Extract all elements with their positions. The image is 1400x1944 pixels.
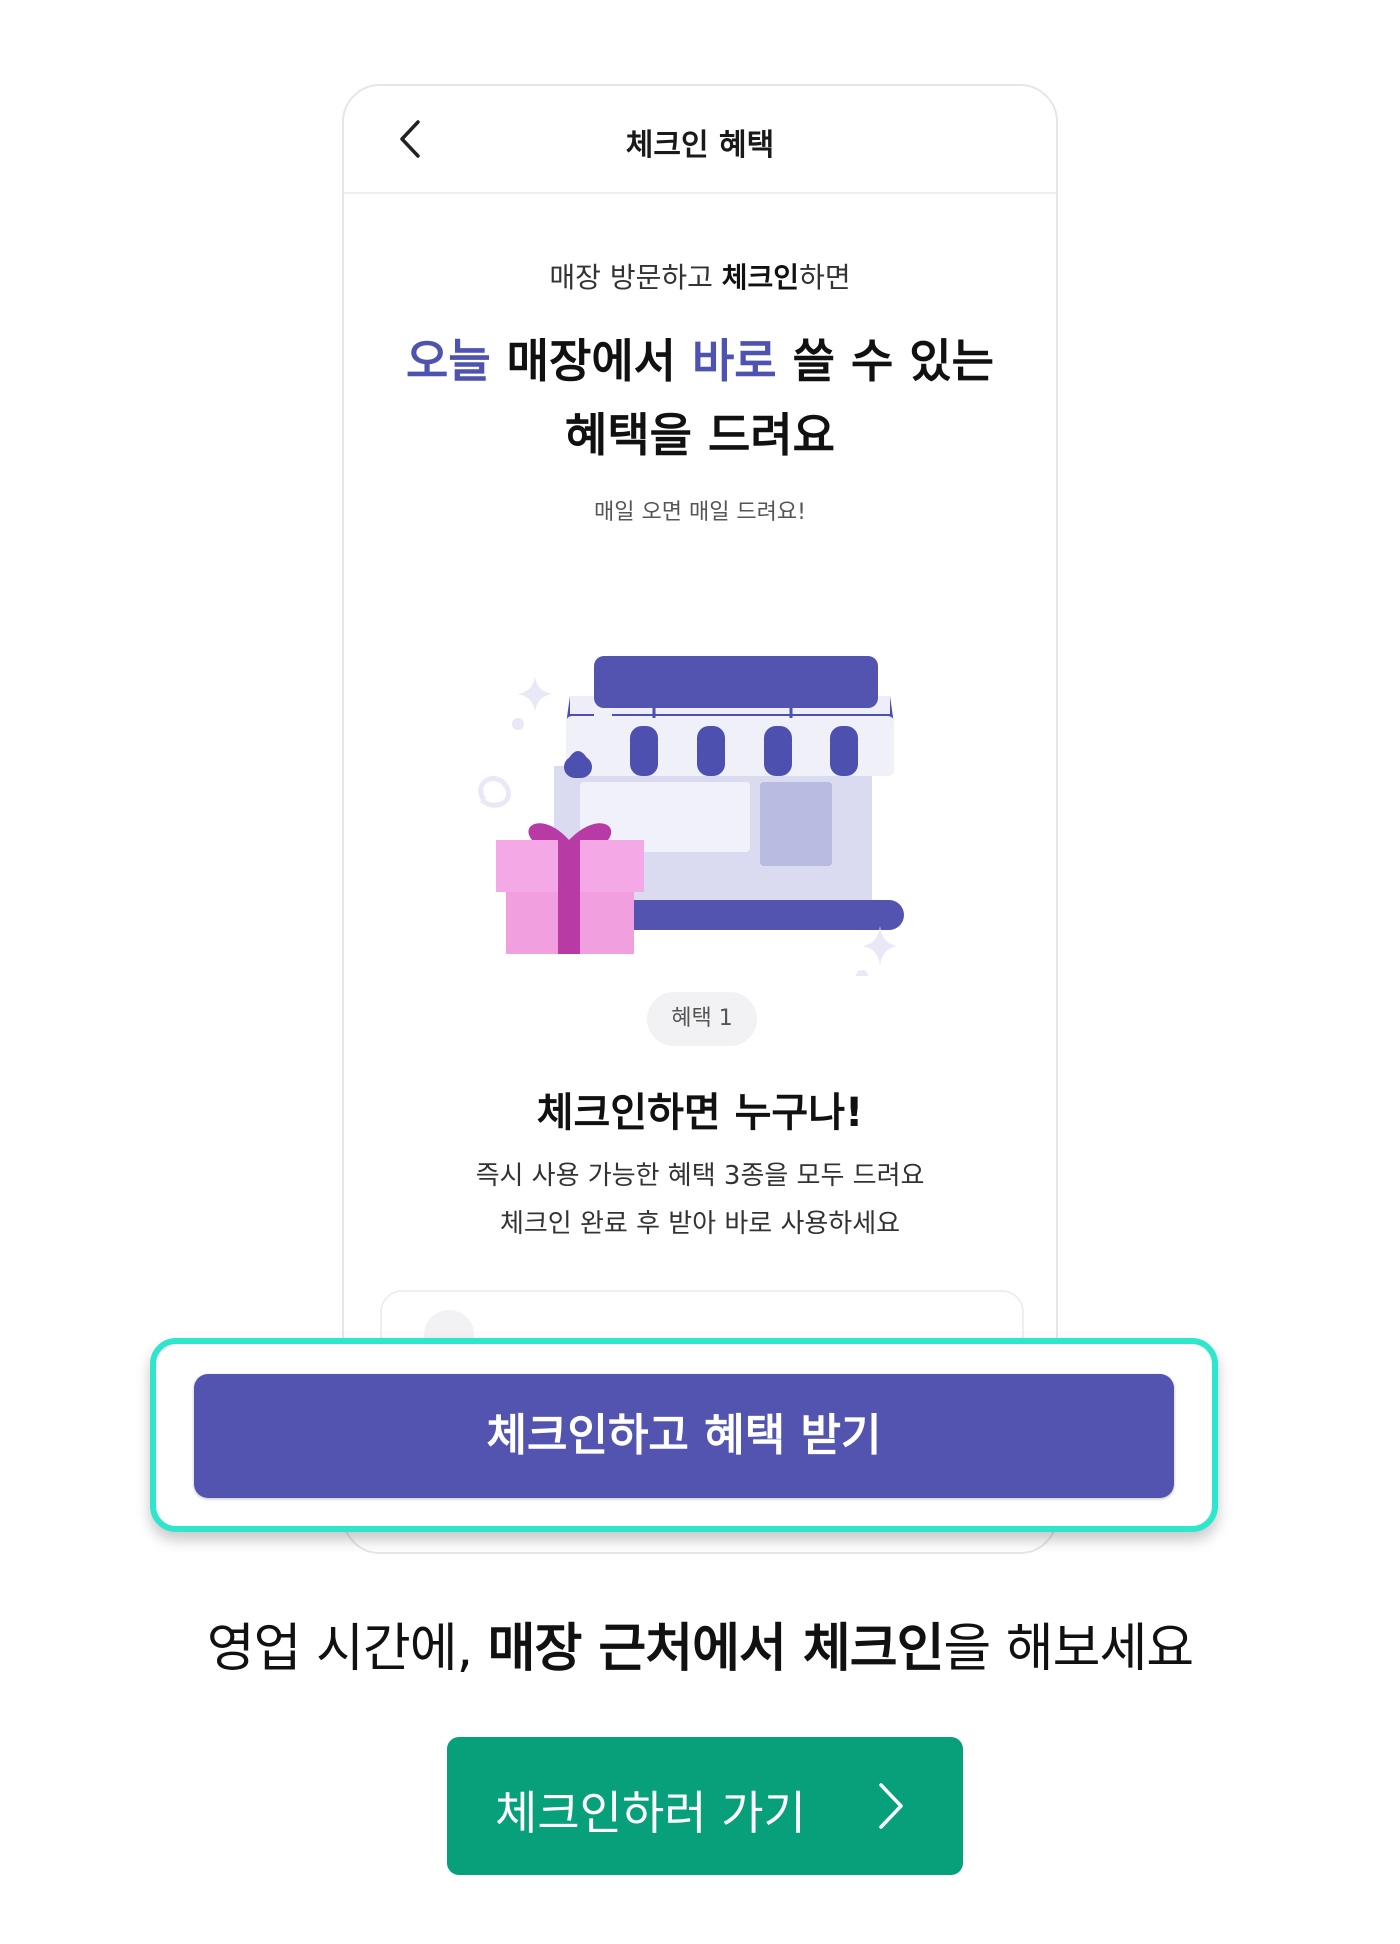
intro-sub-text: 매장 방문하고 (549, 261, 722, 294)
page-title: 체크인 혜택 (625, 128, 775, 163)
benefit-title: 체크인하면 누구나! (536, 1090, 864, 1136)
daily-note: 매일 오면 매일 드려요! (594, 500, 806, 525)
chevron-right-icon (879, 1783, 903, 1829)
cta-highlight-box: 체크인하고 혜택 받기 (150, 1338, 1218, 1532)
headline-line2: 혜택을 드려요 (565, 408, 835, 462)
caption: 영업 시간에, 매장 근처에서 체크인을 해보세요 (0, 1606, 1400, 1681)
go-checkin-button[interactable]: 체크인하러 가기 (447, 1737, 963, 1875)
benefit-desc-line2: 체크인 완료 후 받아 바로 사용하세요 (499, 1209, 901, 1239)
sparkle-icon (856, 926, 898, 976)
benefit-description: 즉시 사용 가능한 혜택 3종을 모두 드려요 체크인 완료 후 받아 바로 사… (344, 1152, 1056, 1248)
checkin-benefit-button[interactable]: 체크인하고 혜택 받기 (194, 1374, 1174, 1498)
intro-sub-tail: 하면 (799, 261, 851, 294)
caption-part1: 영업 시간에, (206, 1619, 488, 1679)
headline-accent-today: 오늘 (406, 334, 491, 388)
headline: 오늘 매장에서 바로 쓸 수 있는 혜택을 드려요 (344, 324, 1056, 472)
go-checkin-label: 체크인하러 가기 (495, 1786, 806, 1840)
benefit-desc-line1: 즉시 사용 가능한 혜택 3종을 모두 드려요 (475, 1161, 925, 1191)
headline-accent-right: 바로 (691, 334, 777, 388)
headline-text-store: 매장에서 (490, 334, 692, 388)
benefit-badge: 혜택 1 (647, 992, 757, 1046)
phone-frame: 체크인 혜택 매장 방문하고 체크인하면 오늘 매장에서 바로 쓸 수 있는 혜… (342, 84, 1058, 1554)
caption-bold: 매장 근처에서 체크인 (487, 1619, 945, 1679)
caption-part2: 을 해보세요 (943, 1619, 1194, 1679)
gift-icon (496, 823, 644, 954)
headline-text-usable: 쓸 수 있는 (776, 334, 994, 388)
sparkle-icon (512, 676, 553, 730)
intro-subtitle: 매장 방문하고 체크인하면 (344, 256, 1056, 296)
app-bar: 체크인 혜택 (344, 86, 1056, 194)
intro-sub-bold: 체크인 (721, 261, 800, 294)
store-illustration (478, 656, 904, 976)
